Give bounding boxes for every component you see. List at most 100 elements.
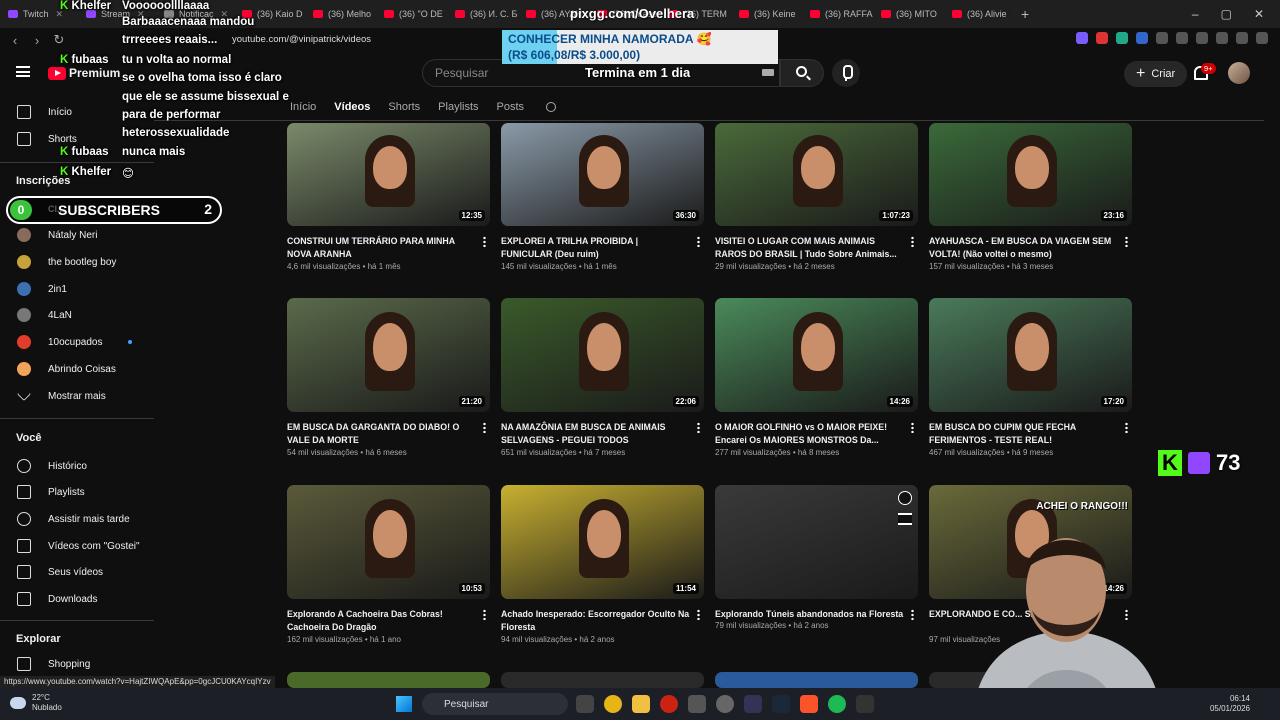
more-options-icon[interactable] — [1125, 236, 1128, 247]
show-more-button[interactable]: Mostrar mais — [0, 383, 154, 409]
more-options-icon[interactable] — [697, 422, 700, 433]
extension-icon[interactable] — [1096, 32, 1108, 44]
channel-tab[interactable]: Shorts — [388, 101, 420, 113]
url-field[interactable]: youtube.com/@vinipatrick/videos — [232, 34, 371, 45]
video-thumbnail[interactable] — [287, 672, 490, 688]
system-clock[interactable]: 06:14 05/01/2026 — [1210, 694, 1250, 714]
back-icon[interactable]: ‹ — [4, 33, 26, 48]
subscription-item[interactable]: 4LaN — [0, 302, 154, 328]
video-thumbnail[interactable]: 23:16 — [929, 123, 1132, 226]
more-options-icon[interactable] — [483, 236, 486, 247]
minimize-icon[interactable]: – — [1192, 7, 1199, 21]
app-icon[interactable] — [744, 695, 762, 713]
extension-icon[interactable] — [1116, 32, 1128, 44]
more-options-icon[interactable] — [483, 422, 486, 433]
sidebar-you-item[interactable]: Assistir mais tarde — [0, 506, 154, 532]
new-tab-icon[interactable]: + — [1021, 6, 1029, 22]
opera-icon[interactable] — [660, 695, 678, 713]
sidebar-explore-item[interactable]: Shopping — [0, 651, 154, 677]
video-title[interactable]: AYAHUASCA - EM BUSCA DA VIAGEM SEM VOLTA… — [929, 235, 1119, 261]
taskbar-search[interactable]: Pesquisar — [422, 693, 568, 715]
video-title[interactable]: Explorando A Cachoeira Das Cobras! Cacho… — [287, 608, 477, 634]
more-options-icon[interactable] — [697, 236, 700, 247]
browser-tab[interactable]: (36) Keine✕ — [731, 0, 802, 28]
channel-tab[interactable]: Vídeos — [334, 101, 370, 113]
video-thumbnail[interactable]: 17:20 — [929, 298, 1132, 412]
app-icon[interactable] — [716, 695, 734, 713]
chrome-icon[interactable] — [604, 695, 622, 713]
app-icon[interactable] — [688, 695, 706, 713]
video-thumbnail[interactable]: 14:26 — [715, 298, 918, 412]
create-button[interactable]: + Criar — [1124, 61, 1188, 87]
sidebar-you-item[interactable]: Seus vídeos — [0, 559, 154, 585]
tab-close-icon[interactable]: ✕ — [1014, 9, 1015, 20]
video-title[interactable]: Explorando Túneis abandonados na Florest… — [715, 608, 905, 621]
task-view-icon[interactable] — [576, 695, 594, 713]
maximize-icon[interactable]: ▢ — [1221, 7, 1232, 21]
file-explorer-icon[interactable] — [632, 695, 650, 713]
more-options-icon[interactable] — [1125, 422, 1128, 433]
epic-games-icon[interactable] — [856, 695, 874, 713]
extension-icon[interactable] — [1136, 32, 1148, 44]
reload-icon[interactable]: ↻ — [48, 32, 70, 48]
video-thumbnail[interactable] — [501, 672, 704, 688]
channel-search-icon[interactable] — [546, 102, 557, 112]
extension-icon[interactable] — [1256, 32, 1268, 44]
video-thumbnail[interactable] — [715, 672, 918, 688]
sidebar-you-item[interactable]: Vídeos com "Gostei" — [0, 533, 154, 559]
more-options-icon[interactable] — [697, 609, 700, 620]
video-thumbnail[interactable]: 21:20 — [287, 298, 490, 412]
sidebar-you-item[interactable]: Downloads — [0, 586, 154, 612]
extension-icon[interactable] — [1156, 32, 1168, 44]
explore-header[interactable]: Explorar — [16, 633, 61, 645]
video-thumbnail[interactable] — [715, 485, 918, 599]
windows-start-icon[interactable] — [396, 696, 412, 712]
video-thumbnail[interactable]: 11:54 — [501, 485, 704, 599]
browser-tab[interactable]: (36) И. С. Б✕ — [447, 0, 518, 28]
video-title[interactable]: O MAIOR GOLFINHO vs O MAIOR PEIXE! Encar… — [715, 421, 905, 447]
subscription-item[interactable]: 10ocupados — [0, 329, 154, 355]
more-options-icon[interactable] — [911, 236, 914, 247]
forward-icon[interactable]: › — [26, 33, 48, 48]
sidebar-you-item[interactable]: Histórico — [0, 453, 154, 479]
voice-search-button[interactable] — [832, 59, 860, 87]
video-title[interactable]: EM BUSCA DA GARGANTA DO DIABO! O VALE DA… — [287, 421, 477, 447]
spotify-icon[interactable] — [828, 695, 846, 713]
video-title[interactable]: CONSTRUI UM TERRÁRIO PARA MINHA NOVA ARA… — [287, 235, 477, 261]
browser-tab[interactable]: (36) Melho✕ — [305, 0, 376, 28]
subscription-item[interactable]: Abrindo Coisas — [0, 356, 154, 382]
watch-later-icon[interactable] — [898, 491, 912, 505]
search-button[interactable] — [780, 59, 824, 87]
more-options-icon[interactable] — [483, 609, 486, 620]
youtube-logo[interactable]: Premium — [48, 66, 120, 80]
subscription-item[interactable]: 2in1 — [0, 276, 154, 302]
extension-icon[interactable] — [1216, 32, 1228, 44]
extension-icon[interactable] — [1236, 32, 1248, 44]
channel-tab[interactable]: Início — [290, 101, 316, 113]
browser-tab[interactable]: (36) MITO✕ — [873, 0, 944, 28]
video-title[interactable]: EXPLOREI A TRILHA PROIBIDA | FUNICULAR (… — [501, 235, 691, 261]
extension-icon[interactable] — [1176, 32, 1188, 44]
add-to-queue-icon[interactable] — [898, 513, 912, 525]
channel-tab[interactable]: Playlists — [438, 101, 478, 113]
steam-icon[interactable] — [772, 695, 790, 713]
extension-icon[interactable] — [1196, 32, 1208, 44]
brave-icon[interactable] — [800, 695, 818, 713]
browser-tab[interactable]: (36) Alivie ✕ — [944, 0, 1015, 28]
more-options-icon[interactable] — [911, 422, 914, 433]
subscription-item[interactable]: Nátaly Neri — [0, 222, 154, 248]
video-thumbnail[interactable]: 36:30 — [501, 123, 704, 226]
avatar[interactable] — [1228, 62, 1250, 84]
video-title[interactable]: VISITEI O LUGAR COM MAIS ANIMAIS RAROS D… — [715, 235, 905, 261]
you-header[interactable]: Você — [16, 432, 41, 444]
video-thumbnail[interactable]: 12:35 — [287, 123, 490, 226]
browser-tab[interactable]: (36) "O DE✕ — [376, 0, 447, 28]
close-icon[interactable]: ✕ — [1254, 7, 1264, 21]
video-title[interactable]: EM BUSCA DO CUPIM QUE FECHA FERIMENTOS -… — [929, 421, 1119, 447]
weather-widget[interactable]: 22°C Nublado — [10, 693, 62, 713]
video-thumbnail[interactable]: 10:53 — [287, 485, 490, 599]
subscription-item[interactable]: the bootleg boy — [0, 249, 154, 275]
video-thumbnail[interactable]: 22:06 — [501, 298, 704, 412]
video-thumbnail[interactable]: 1:07:23 — [715, 123, 918, 226]
keyboard-icon[interactable] — [762, 69, 774, 76]
